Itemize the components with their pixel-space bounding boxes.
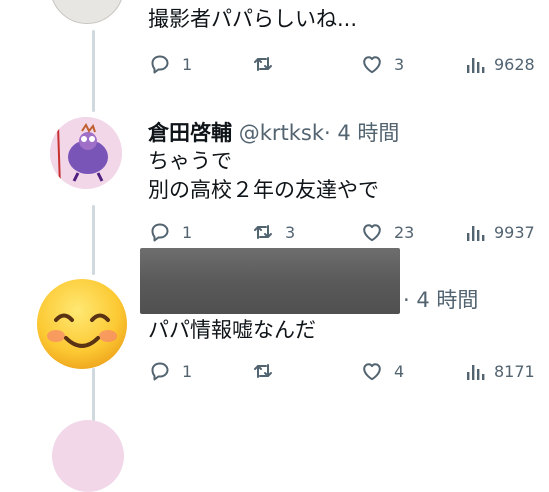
reply-count: 1	[182, 54, 193, 74]
like-icon	[363, 56, 381, 74]
views-button[interactable]: 8171	[466, 357, 535, 385]
reply-count: 1	[182, 222, 193, 242]
views-icon	[467, 226, 485, 241]
tweet-text: 別の高校２年の友達やで	[148, 178, 379, 202]
tweet-text: 撮影者パパらしいね...	[148, 7, 358, 31]
views-button[interactable]: 9937	[466, 218, 535, 246]
smiling-face-emoji-icon	[37, 279, 127, 369]
retweet-count: 3	[285, 222, 296, 242]
avatar[interactable]	[52, 420, 124, 492]
like-icon	[363, 363, 381, 381]
avatar[interactable]	[50, 0, 124, 24]
like-button[interactable]: 4	[360, 357, 404, 385]
tweet-header: 倉田啓輔 @krtksk· 4 時間	[148, 120, 399, 146]
avatar[interactable]	[50, 117, 122, 189]
retweet-button[interactable]	[251, 50, 285, 78]
views-icon	[467, 58, 485, 73]
reply-button[interactable]: 1	[148, 218, 192, 246]
handle[interactable]: @krtksk	[239, 121, 324, 145]
tweet-actions: 1 4 8171	[148, 357, 549, 385]
retweet-icon	[254, 57, 272, 71]
like-button[interactable]: 3	[360, 50, 404, 78]
tweet-text: パパ情報嘘なんだ	[148, 318, 316, 342]
reply-count: 1	[182, 361, 193, 381]
avatar[interactable]	[36, 278, 128, 370]
like-icon	[363, 224, 381, 242]
reply-icon	[151, 55, 169, 74]
views-count: 9628	[494, 54, 535, 74]
thread-line-top	[92, 30, 95, 112]
reply-icon	[151, 362, 169, 381]
retweet-icon	[254, 364, 272, 378]
timestamp[interactable]: · 4 時間	[403, 287, 478, 313]
views-count: 8171	[494, 361, 535, 381]
timestamp[interactable]: · 4 時間	[324, 121, 399, 145]
retweet-button[interactable]	[251, 357, 285, 385]
display-name[interactable]: 倉田啓輔	[148, 121, 232, 145]
like-count: 23	[394, 222, 415, 242]
views-count: 9937	[494, 222, 535, 242]
like-count: 4	[394, 361, 405, 381]
thread-line-bottom	[92, 368, 95, 427]
redacted-user-info	[140, 248, 400, 314]
reply-icon	[151, 223, 169, 242]
avatar-drawing	[50, 117, 122, 189]
like-count: 3	[394, 54, 405, 74]
views-button[interactable]: 9628	[466, 50, 535, 78]
reply-button[interactable]: 1	[148, 357, 192, 385]
thread-line-middle	[92, 205, 95, 275]
retweet-icon	[254, 225, 272, 239]
reply-button[interactable]: 1	[148, 50, 192, 78]
like-button[interactable]: 23	[360, 218, 414, 246]
retweet-button[interactable]: 3	[251, 218, 295, 246]
tweet-text: ちゃうで	[148, 149, 232, 173]
tweet-actions: 1 3 23 9937	[148, 218, 549, 246]
tweet-actions: 1 3 9628	[148, 50, 549, 78]
views-icon	[467, 365, 485, 380]
